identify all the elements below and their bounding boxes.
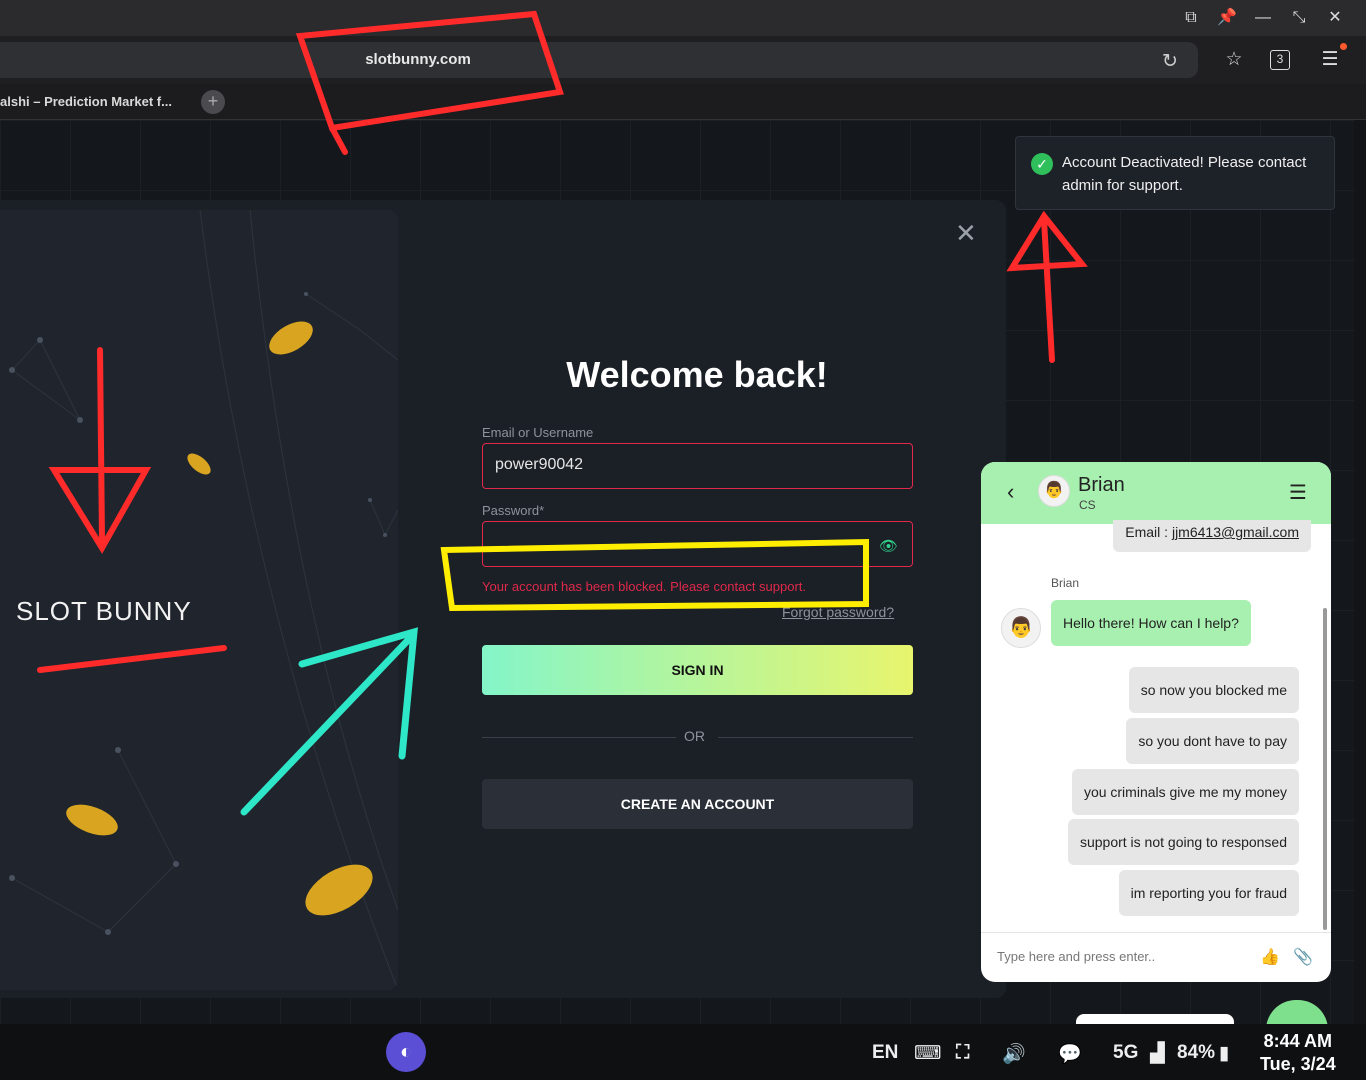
chat-scrollbar[interactable] bbox=[1323, 608, 1327, 930]
or-text: OR bbox=[684, 728, 705, 744]
picture-in-picture-icon[interactable]: ⧉ bbox=[1181, 8, 1201, 28]
restore-icon[interactable]: ⤡ bbox=[1289, 8, 1309, 28]
volume-icon[interactable]: 🔊 bbox=[1002, 1042, 1026, 1066]
password-field[interactable] bbox=[482, 521, 913, 567]
page-title: Welcome back! bbox=[566, 354, 828, 395]
chevron-left-icon[interactable]: ‹ bbox=[1007, 479, 1014, 505]
paperclip-icon[interactable]: 📎 bbox=[1293, 947, 1313, 967]
chat-header: ‹ 👨 Brian CS ☰ bbox=[981, 462, 1331, 524]
check-icon: ✓ bbox=[1031, 153, 1053, 175]
address-bar[interactable]: slotbunny.com ↻ bbox=[0, 42, 1198, 78]
browser-toolbar: slotbunny.com ↻ bbox=[0, 36, 1366, 84]
language-indicator[interactable]: EN bbox=[872, 1042, 898, 1064]
minimize-icon[interactable]: — bbox=[1253, 8, 1273, 28]
os-taskbar: ◐ EN ⌨ ⛶ 🔊 💬 5G ▟ 84% ▮ 8:44 AM Tue, 3/2… bbox=[0, 1024, 1366, 1080]
user-message: you criminals give me my money bbox=[1071, 769, 1299, 815]
create-account-button[interactable]: CREATE AN ACCOUNT bbox=[482, 779, 913, 829]
login-modal: SLOT BUNNY ✕ Welcome back! Email or User… bbox=[0, 200, 1006, 998]
battery-level: 84% bbox=[1177, 1042, 1216, 1063]
user-message: so you dont have to pay bbox=[1126, 718, 1299, 764]
agent-message: Hello there! How can I help? bbox=[1051, 600, 1251, 646]
keyboard-icon[interactable]: ⌨ bbox=[914, 1042, 941, 1065]
browser-app-icon[interactable]: ◐ bbox=[386, 1032, 426, 1072]
window-title-bar: ⧉ 📌 — ⤡ ✕ bbox=[0, 0, 1366, 36]
divider-right bbox=[718, 737, 913, 738]
divider-left bbox=[482, 737, 676, 738]
hamburger-menu-icon[interactable]: ☰ bbox=[1289, 480, 1307, 505]
close-modal-icon[interactable]: ✕ bbox=[955, 218, 977, 249]
agent-role: CS bbox=[1079, 498, 1096, 512]
tabs-count-icon[interactable]: 3 bbox=[1270, 50, 1290, 70]
slot-bunny-logo: SLOT BUNNY bbox=[16, 596, 192, 626]
chat-input[interactable]: Type here and press enter.. bbox=[997, 949, 1155, 964]
email-message: Email : jjm6413@gmail.com bbox=[1113, 520, 1311, 552]
password-label: Password* bbox=[482, 503, 545, 518]
email-link[interactable]: jjm6413@gmail.com bbox=[1172, 524, 1299, 540]
toast-notification: ✓ Account Deactivated! Please contact ad… bbox=[1015, 136, 1335, 210]
favorites-icon[interactable]: ☆ bbox=[1222, 48, 1246, 72]
network-indicator: 5G bbox=[1113, 1042, 1139, 1063]
user-message: so now you blocked me bbox=[1128, 667, 1299, 713]
sign-in-button[interactable]: SIGN IN bbox=[482, 645, 913, 695]
thumbs-up-icon[interactable]: 👍 bbox=[1260, 947, 1280, 967]
user-message: im reporting you for fraud bbox=[1118, 870, 1299, 916]
chat-input-bar: Type here and press enter.. 👍 📎 bbox=[981, 932, 1331, 982]
pin-icon[interactable]: 📌 bbox=[1217, 8, 1237, 28]
time: 8:44 AM bbox=[1263, 1031, 1333, 1051]
email-field[interactable]: power90042 bbox=[482, 443, 913, 489]
reload-icon[interactable]: ↻ bbox=[1162, 50, 1178, 73]
new-tab-button[interactable]: + bbox=[201, 90, 225, 114]
tab-kalshi[interactable]: alshi – Prediction Market f... bbox=[0, 90, 190, 116]
date: Tue, 3/24 bbox=[1260, 1054, 1336, 1074]
email-prefix: Email : bbox=[1125, 524, 1172, 540]
clock[interactable]: 8:44 AM Tue, 3/24 bbox=[1260, 1030, 1336, 1076]
battery-icon: ▮ bbox=[1219, 1043, 1230, 1064]
message-icon[interactable]: 💬 bbox=[1058, 1042, 1082, 1066]
login-artwork-pane: SLOT BUNNY bbox=[0, 210, 398, 990]
agent-avatar: 👨 bbox=[1038, 475, 1070, 507]
close-window-icon[interactable]: ✕ bbox=[1325, 8, 1345, 28]
agent-message-avatar: 👨 bbox=[1001, 608, 1041, 648]
menu-icon[interactable]: ☰ bbox=[1318, 48, 1342, 72]
toast-message: Account Deactivated! Please contact admi… bbox=[1062, 154, 1307, 194]
signal-icon: ▟ bbox=[1150, 1043, 1165, 1064]
page-content: SLOT BUNNY ✕ Welcome back! Email or User… bbox=[0, 120, 1354, 1030]
agent-label: Brian bbox=[1051, 576, 1080, 590]
notification-dot bbox=[1340, 43, 1347, 50]
agent-name: Brian bbox=[1078, 474, 1125, 496]
screen-capture-icon[interactable]: ⛶ bbox=[956, 1042, 969, 1064]
email-label: Email or Username bbox=[482, 425, 594, 440]
show-password-icon[interactable]: 👁 bbox=[879, 537, 898, 555]
user-message: support is not going to responsed bbox=[1067, 819, 1299, 865]
forgot-password-link[interactable]: Forgot password? bbox=[782, 604, 894, 620]
error-message: Your account has been blocked. Please co… bbox=[482, 579, 807, 594]
url-text[interactable]: slotbunny.com bbox=[0, 51, 836, 68]
support-chat-widget: ‹ 👨 Brian CS ☰ Email : jjm6413@gmail.com… bbox=[981, 462, 1331, 982]
